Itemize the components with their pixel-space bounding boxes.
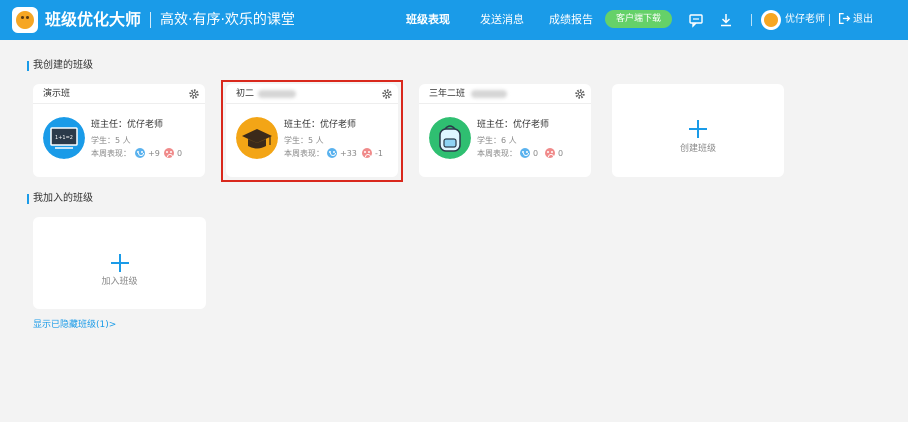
- selected-class-highlight: [221, 80, 403, 182]
- join-class-label: 加入班级: [101, 277, 138, 287]
- svg-text:1+1=2: 1+1=2: [55, 135, 73, 141]
- card-header: 三年二班: [419, 84, 591, 104]
- header-divider: [751, 14, 752, 26]
- nav-class-performance[interactable]: 班级表现: [406, 12, 450, 28]
- join-class-card[interactable]: 加入班级: [33, 217, 206, 309]
- brand-divider: [150, 12, 151, 28]
- card-header: 演示班: [33, 84, 205, 104]
- plus-icon: [689, 120, 707, 138]
- head-teacher: 班主任：优仔老师: [477, 120, 550, 130]
- plus-icon: [111, 254, 129, 272]
- user-name[interactable]: 优仔老师: [785, 13, 825, 27]
- class-card-demo[interactable]: 演示班 1+1=2 班主任：优仔老师 学生：5 人 本周表现： +9 0: [33, 84, 205, 177]
- created-classes-title: 我创建的班级: [27, 60, 93, 71]
- client-download-button[interactable]: 客户端下载: [605, 10, 672, 28]
- blackboard-icon: 1+1=2: [43, 117, 85, 159]
- positive-count: 0: [533, 149, 539, 158]
- head-teacher: 班主任：优仔老师: [91, 120, 164, 130]
- nav-send-message[interactable]: 发送消息: [480, 12, 524, 28]
- show-hidden-classes-link[interactable]: 显示已隐藏班级(1)>: [33, 319, 116, 331]
- user-avatar[interactable]: [761, 10, 781, 30]
- smile-icon: [135, 148, 145, 158]
- slogan: 高效·有序·欢乐的课堂: [160, 12, 295, 28]
- blurred-class-name: [471, 90, 507, 98]
- weekly-performance-label: 本周表现：: [91, 149, 131, 158]
- create-class-label: 创建班级: [679, 144, 716, 154]
- nav-score-report[interactable]: 成绩报告: [549, 12, 593, 28]
- student-count: 学生：5 人: [91, 136, 131, 145]
- negative-count: 0: [558, 149, 564, 158]
- negative-count: 0: [177, 149, 183, 158]
- smile-icon: [520, 148, 530, 158]
- frown-icon: [164, 148, 174, 158]
- positive-count: +9: [148, 149, 160, 158]
- class-name: 演示班: [43, 89, 71, 99]
- backpack-icon: [429, 117, 471, 159]
- app-logo-icon: [12, 7, 38, 33]
- frown-icon: [545, 148, 555, 158]
- top-bar: 班级优化大师 高效·有序·欢乐的课堂 班级表现 发送消息 成绩报告 客户端下载 …: [0, 0, 908, 40]
- class-name: 三年二班: [429, 89, 466, 99]
- create-class-card[interactable]: 创建班级: [612, 84, 784, 177]
- logout-icon[interactable]: [838, 12, 851, 25]
- logout-link[interactable]: 退出: [853, 13, 873, 27]
- download-icon[interactable]: [718, 12, 734, 28]
- gear-icon[interactable]: [188, 88, 200, 100]
- brand-name: 班级优化大师: [45, 10, 142, 29]
- weekly-performance-label: 本周表现：: [477, 149, 517, 158]
- message-icon[interactable]: [688, 12, 704, 28]
- header-divider: [829, 14, 830, 26]
- class-card-grade3-class2[interactable]: 三年二班 班主任：优仔老师 学生：6 人 本周表现： 0 0: [419, 84, 591, 177]
- student-count: 学生：6 人: [477, 136, 517, 145]
- gear-icon[interactable]: [574, 88, 586, 100]
- joined-classes-title: 我加入的班级: [27, 193, 93, 204]
